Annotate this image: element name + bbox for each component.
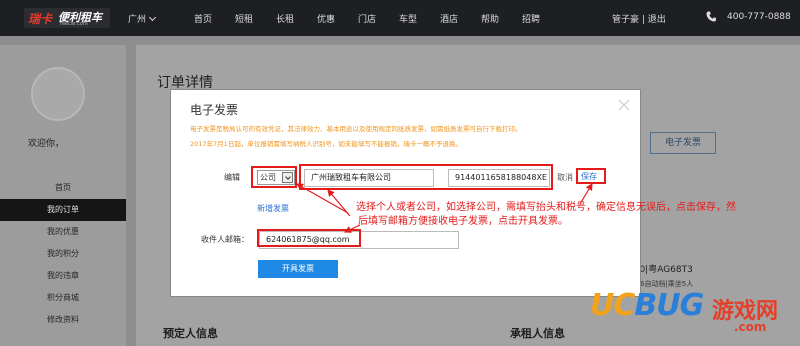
nav-item-help[interactable]: 帮助 [475,12,516,25]
annotation-box-type [251,166,297,188]
chevron-down-icon [148,13,157,22]
nav-item-jobs[interactable]: 招聘 [516,12,557,25]
sidebar-item-my-orders[interactable]: 我的订单 [0,199,126,221]
top-nav-bar: 瑞卡 便利租车 reecar.com 广州 首页 短租 长租 优惠 门店 车型 … [0,0,800,36]
renter-info-title: 承租人信息 [510,327,565,340]
e-invoice-dialog: 电子发票 电子发票是税局认可的有效凭证，其法律效力、基本用途以及使用规定同纸质发… [170,89,641,297]
nav-item-short-rent[interactable]: 短租 [229,12,270,25]
nav-item-offers[interactable]: 优惠 [311,12,352,25]
nav-item-home[interactable]: 首页 [188,12,229,25]
dialog-title: 电子发票 [190,103,239,117]
nav-item-long-rent[interactable]: 长租 [270,12,311,25]
sidebar-item-my-offers[interactable]: 我的优惠 [0,221,126,243]
nav-item-stores[interactable]: 门店 [352,12,393,25]
annotation-box-title-taxid [299,164,553,190]
cancel-link[interactable]: 取消 [557,172,573,183]
add-invoice-link[interactable]: 新增发票 [257,203,289,214]
booker-info-title: 预定人信息 [163,327,218,340]
sidebar-item-edit-profile[interactable]: 修改资料 [0,309,126,331]
invoice-notice-line-1: 电子发票是税局认可的有效凭证，其法律效力、基本用途以及使用规定同纸质发票，如需纸… [190,125,522,133]
site-watermark: UCBUG 游戏网 .com [590,286,795,344]
logo-main-text: 瑞卡 [28,12,53,26]
hotline-number: 400-777-0888 [727,12,791,22]
edit-label: 编辑 [224,173,240,182]
e-invoice-button[interactable]: 电子发票 [650,132,716,154]
sidebar-item-my-violations[interactable]: 我的违章 [0,265,126,287]
user-links[interactable]: 管子豪 | 退出 [612,12,666,25]
city-selector[interactable]: 广州 [128,12,157,25]
avatar[interactable] [31,67,85,121]
sidebar-item-home[interactable]: 首页 [0,177,126,199]
annotation-text-line-2: 后填写邮箱方便接收电子发票，点击开具发票。 [358,216,568,227]
annotation-box-save [576,168,606,184]
annotation-box-email [257,229,361,247]
close-icon[interactable] [618,99,630,111]
logo-sub-text: reecar.com [60,21,88,27]
email-label: 收件人邮箱： [201,235,249,244]
city-label: 广州 [128,15,147,25]
nav-item-models[interactable]: 车型 [393,12,434,25]
main-nav: 首页 短租 长租 优惠 门店 车型 酒店 帮助 招聘 [188,12,557,25]
nav-item-hotel[interactable]: 酒店 [434,12,475,25]
welcome-text: 欢迎你， [28,139,65,149]
phone-icon [706,11,716,22]
watermark-logo: UCBUG [590,288,704,323]
sidebar-item-my-points[interactable]: 我的积分 [0,243,126,265]
brand-logo[interactable]: 瑞卡 便利租车 reecar.com [24,8,110,28]
issue-invoice-button[interactable]: 开具发票 [258,260,338,278]
watermark-domain: .com [734,320,767,334]
sidebar-item-points-mall[interactable]: 积分商城 [0,287,126,309]
annotation-text-line-1: 选择个人或者公司，如选择公司，需填写抬头和税号，确定信息无误后，点击保存，然 [356,202,736,213]
invoice-notice-line-2: 2017年7月1日起，单位报销需填写纳税人识别号，如未能填写不能报销，瑞卡一概不… [190,140,462,148]
